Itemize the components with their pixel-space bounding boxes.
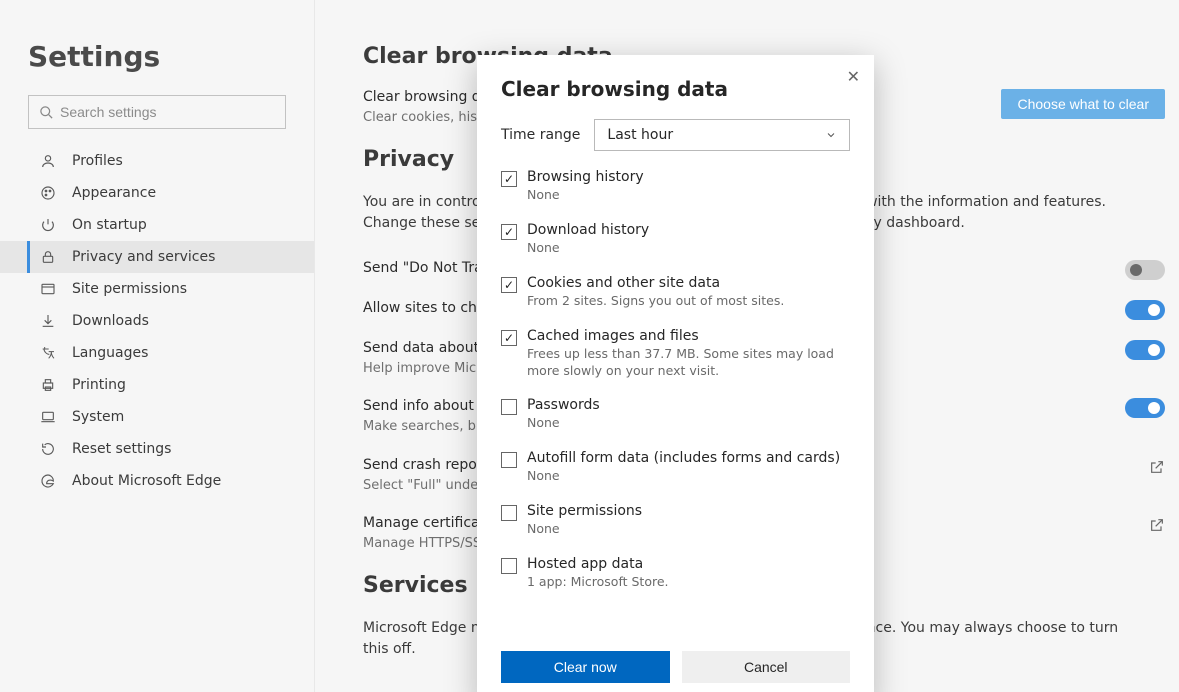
- cbd-title: Cookies and other site data: [527, 275, 784, 291]
- cbd-sub: 1 app: Microsoft Store.: [527, 574, 669, 591]
- cbd-title: Site permissions: [527, 503, 642, 519]
- checkbox[interactable]: [501, 558, 517, 574]
- nav-reset-settings[interactable]: Reset settings: [0, 433, 314, 465]
- cbd-item-cookies: Cookies and other site data From 2 sites…: [501, 275, 850, 310]
- time-range-value: Last hour: [607, 127, 673, 143]
- cbd-item-site-permissions: Site permissions None: [501, 503, 850, 538]
- checkbox[interactable]: [501, 171, 517, 187]
- nav-label: Downloads: [72, 313, 149, 329]
- nav-profiles[interactable]: Profiles: [0, 145, 314, 177]
- time-range-select[interactable]: Last hour: [594, 119, 850, 151]
- close-icon[interactable]: ✕: [847, 67, 860, 86]
- edge-icon: [40, 473, 60, 489]
- cbd-title: Browsing history: [527, 169, 644, 185]
- send-usage-toggle[interactable]: [1125, 340, 1165, 360]
- clear-browsing-data-dialog: ✕ Clear browsing data Time range Last ho…: [477, 55, 874, 692]
- nav-label: Site permissions: [72, 281, 187, 297]
- checkbox[interactable]: [501, 505, 517, 521]
- download-icon: [40, 313, 60, 329]
- search-icon: [39, 105, 54, 120]
- power-icon: [40, 217, 60, 233]
- cbd-sub: From 2 sites. Signs you out of most site…: [527, 293, 784, 310]
- settings-sidebar: Settings Profiles Appearance On startup: [0, 0, 315, 692]
- settings-nav: Profiles Appearance On startup Privacy a…: [0, 145, 314, 497]
- cbd-item-browsing-history: Browsing history None: [501, 169, 850, 204]
- cbd-sub: None: [527, 240, 649, 257]
- nav-label: On startup: [72, 217, 147, 233]
- checkbox[interactable]: [501, 452, 517, 468]
- nav-label: Privacy and services: [72, 249, 215, 265]
- cbd-sub: Frees up less than 37.7 MB. Some sites m…: [527, 346, 847, 380]
- chevron-down-icon: [825, 129, 837, 141]
- cbd-title: Hosted app data: [527, 556, 669, 572]
- cbd-sub: None: [527, 415, 600, 432]
- cbd-item-download-history: Download history None: [501, 222, 850, 257]
- dnt-toggle[interactable]: [1125, 260, 1165, 280]
- globe-icon: [40, 345, 60, 361]
- lock-icon: [40, 249, 60, 265]
- time-range-label: Time range: [501, 127, 580, 143]
- open-external-icon[interactable]: [1149, 459, 1165, 475]
- checkbox[interactable]: [501, 330, 517, 346]
- cbd-item-passwords: Passwords None: [501, 397, 850, 432]
- nav-site-permissions[interactable]: Site permissions: [0, 273, 314, 305]
- dialog-title: Clear browsing data: [501, 77, 850, 101]
- clear-now-button[interactable]: Clear now: [501, 651, 670, 683]
- nav-label: Languages: [72, 345, 148, 361]
- nav-label: About Microsoft Edge: [72, 473, 221, 489]
- cbd-sub: None: [527, 468, 840, 485]
- search-settings-input[interactable]: [54, 103, 275, 121]
- clear-data-type-list: Browsing history None Download history N…: [501, 169, 850, 591]
- cbd-item-cached-images: Cached images and files Frees up less th…: [501, 328, 850, 380]
- nav-printing[interactable]: Printing: [0, 369, 314, 401]
- cbd-title: Download history: [527, 222, 649, 238]
- laptop-icon: [40, 409, 60, 425]
- paint-icon: [40, 185, 60, 201]
- settings-title: Settings: [28, 40, 286, 73]
- nav-privacy-and-services[interactable]: Privacy and services: [0, 241, 314, 273]
- nav-system[interactable]: System: [0, 401, 314, 433]
- checkbox[interactable]: [501, 224, 517, 240]
- nav-label: Reset settings: [72, 441, 171, 457]
- cbd-item-hosted-app-data: Hosted app data 1 app: Microsoft Store.: [501, 556, 850, 591]
- cancel-button[interactable]: Cancel: [682, 651, 851, 683]
- cbd-item-autofill: Autofill form data (includes forms and c…: [501, 450, 850, 485]
- nav-label: Profiles: [72, 153, 123, 169]
- open-external-icon[interactable]: [1149, 517, 1165, 533]
- nav-label: Printing: [72, 377, 126, 393]
- person-icon: [40, 153, 60, 169]
- cbd-sub: None: [527, 521, 642, 538]
- checkbox[interactable]: [501, 399, 517, 415]
- nav-languages[interactable]: Languages: [0, 337, 314, 369]
- send-webinfo-toggle[interactable]: [1125, 398, 1165, 418]
- nav-label: Appearance: [72, 185, 156, 201]
- reset-icon: [40, 441, 60, 457]
- search-settings-box[interactable]: [28, 95, 286, 129]
- cbd-title: Cached images and files: [527, 328, 847, 344]
- cbd-title: Passwords: [527, 397, 600, 413]
- nav-on-startup[interactable]: On startup: [0, 209, 314, 241]
- cbd-title: Autofill form data (includes forms and c…: [527, 450, 840, 466]
- checkbox[interactable]: [501, 277, 517, 293]
- nav-appearance[interactable]: Appearance: [0, 177, 314, 209]
- nav-about-edge[interactable]: About Microsoft Edge: [0, 465, 314, 497]
- choose-what-to-clear-button[interactable]: Choose what to clear: [1001, 89, 1165, 119]
- nav-label: System: [72, 409, 124, 425]
- cbd-sub: None: [527, 187, 644, 204]
- nav-downloads[interactable]: Downloads: [0, 305, 314, 337]
- site-icon: [40, 281, 60, 297]
- printer-icon: [40, 377, 60, 393]
- payment-check-toggle[interactable]: [1125, 300, 1165, 320]
